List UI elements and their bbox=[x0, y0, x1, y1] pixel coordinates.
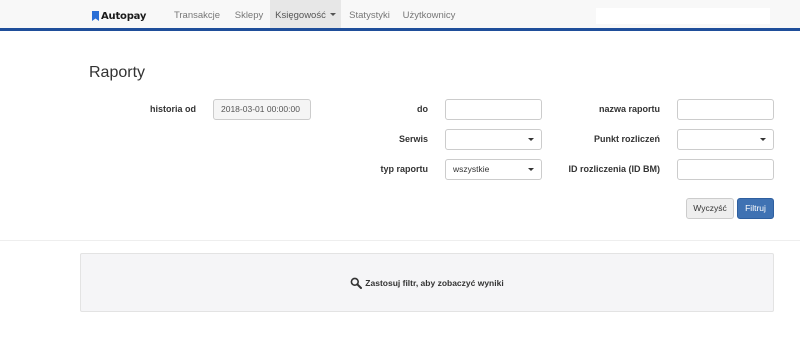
label-nazwa-raportu: nazwa raportu bbox=[598, 104, 660, 114]
results-empty-state: Zastosuj filtr, aby zobaczyć wyniki bbox=[81, 254, 773, 311]
label-typ-raportu: typ raportu bbox=[380, 164, 428, 174]
results-message: Zastosuj filtr, aby zobaczyć wyniki bbox=[365, 277, 504, 288]
caret-down-icon bbox=[528, 168, 534, 171]
nav-item-statystyki[interactable]: Statystyki bbox=[341, 0, 398, 28]
typ-raportu-select[interactable]: wszystkie bbox=[445, 159, 542, 180]
caret-down-icon bbox=[760, 138, 766, 141]
filter-button[interactable]: Filtruj bbox=[737, 198, 774, 219]
historia-od-field[interactable]: 2018-03-01 00:00:00 bbox=[213, 99, 311, 120]
page-title: Raporty bbox=[89, 64, 146, 81]
section-divider bbox=[0, 240, 800, 241]
typ-raportu-selected-value: wszystkie bbox=[453, 164, 490, 174]
app-logo[interactable]: Autopay bbox=[92, 9, 146, 23]
bookmark-logo-icon bbox=[92, 11, 99, 21]
punkt-rozliczen-select[interactable] bbox=[677, 129, 774, 150]
label-historia-od: historia od bbox=[149, 104, 196, 114]
label-serwis: Serwis bbox=[398, 134, 428, 144]
navbar-search-field[interactable] bbox=[596, 8, 770, 24]
logo-text: Autopay bbox=[101, 10, 147, 22]
nazwa-raportu-field[interactable] bbox=[677, 99, 774, 120]
label-punkt-rozliczen: Punkt rozliczeń bbox=[593, 134, 660, 144]
label-id-rozliczenia: ID rozliczenia (ID BM) bbox=[568, 164, 660, 174]
results-panel: Zastosuj filtr, aby zobaczyć wyniki bbox=[80, 253, 774, 312]
nav-item-ksiegowosc[interactable]: Księgowość bbox=[270, 0, 341, 28]
caret-down-icon bbox=[528, 138, 534, 141]
label-do: do bbox=[417, 104, 428, 114]
clear-button[interactable]: Wyczyść bbox=[686, 198, 734, 219]
nav-item-ksiegowosc-label: Księgowość bbox=[275, 10, 326, 21]
search-icon bbox=[350, 277, 363, 289]
top-navbar: Autopay Transakcje Sklepy Księgowość Sta… bbox=[0, 0, 800, 31]
id-rozliczenia-field[interactable] bbox=[677, 159, 774, 180]
do-field[interactable] bbox=[445, 99, 542, 120]
caret-down-icon bbox=[329, 12, 336, 16]
nav-item-transakcje[interactable]: Transakcje bbox=[166, 0, 228, 28]
serwis-select[interactable] bbox=[445, 129, 542, 150]
nav-item-uzytkownicy[interactable]: Użytkownicy bbox=[398, 0, 460, 28]
nav-item-sklepy[interactable]: Sklepy bbox=[228, 0, 270, 28]
